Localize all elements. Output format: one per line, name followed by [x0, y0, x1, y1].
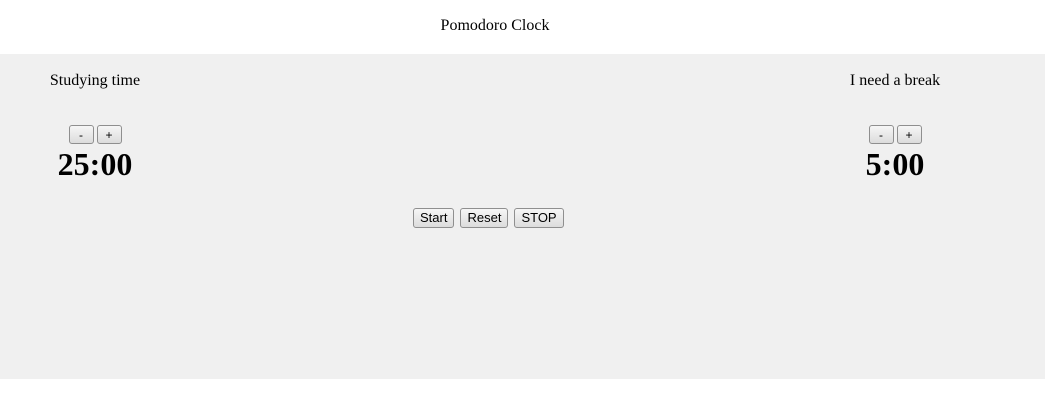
- reset-button[interactable]: Reset: [460, 208, 509, 228]
- break-adjust-controls: - +: [795, 125, 995, 145]
- break-time-display: 5:00: [865, 146, 925, 182]
- study-adjust-controls: - +: [0, 125, 195, 145]
- clock-controls: Start Reset STOP: [413, 208, 564, 228]
- pomodoro-page: Pomodoro Clock Studying time - + 25:00 I…: [0, 0, 1045, 403]
- break-label: I need a break: [849, 72, 941, 89]
- study-increment-button[interactable]: +: [96, 125, 122, 144]
- stop-button[interactable]: STOP: [514, 208, 564, 228]
- study-decrement-button[interactable]: -: [68, 125, 94, 144]
- timer-panel: Studying time - + 25:00 I need a break -…: [0, 54, 1045, 379]
- study-label: Studying time: [49, 72, 141, 89]
- break-timer: I need a break - + 5:00: [795, 71, 995, 181]
- break-decrement-button[interactable]: -: [868, 125, 894, 144]
- start-button[interactable]: Start: [413, 208, 455, 228]
- study-timer: Studying time - + 25:00: [0, 71, 195, 181]
- break-increment-button[interactable]: +: [896, 125, 922, 144]
- header: Pomodoro Clock: [0, 0, 1045, 54]
- page-title: Pomodoro Clock: [440, 17, 550, 34]
- study-time-display: 25:00: [57, 146, 133, 182]
